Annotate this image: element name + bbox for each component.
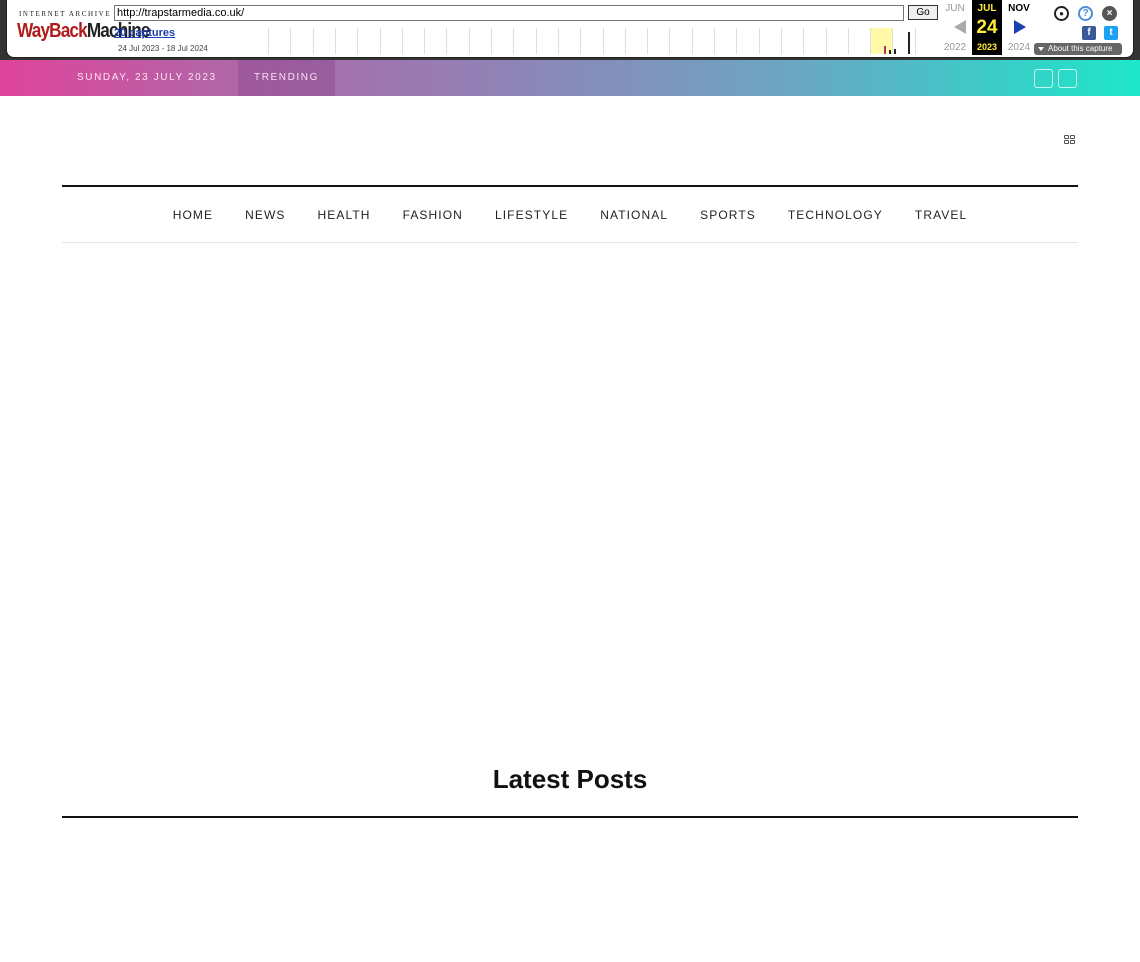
wayback-captures-link[interactable]: 20 captures <box>114 27 175 39</box>
wayback-sparkline[interactable] <box>268 28 938 54</box>
wayback-current-year: 2023 <box>976 42 998 52</box>
wayback-sparkline-month <box>847 28 849 54</box>
wayback-toolbar: INTERNET ARCHIVE WayBackMachine Go 20 ca… <box>0 0 1140 62</box>
nav-item-national[interactable]: NATIONAL <box>584 187 684 243</box>
wayback-capture-bar <box>908 32 910 54</box>
wayback-user-icon[interactable]: ● <box>1054 6 1069 21</box>
trending-prev-button[interactable] <box>1034 69 1053 88</box>
wayback-sparkline-month <box>825 28 827 54</box>
nav-item-fashion[interactable]: FASHION <box>387 187 479 243</box>
wayback-next-month[interactable]: NOV <box>1004 3 1034 14</box>
wayback-sparkline-month <box>446 28 448 54</box>
trending-label: TRENDING <box>238 60 335 96</box>
wayback-sparkline-month <box>379 28 381 54</box>
wayback-sparkline-month <box>691 28 693 54</box>
wayback-help-icon[interactable]: ? <box>1078 6 1093 21</box>
wayback-go-button[interactable]: Go <box>908 5 938 20</box>
wayback-sparkline-month <box>424 28 426 54</box>
nav-item-home[interactable]: HOME <box>157 187 229 243</box>
nav-item-travel[interactable]: TRAVEL <box>899 187 983 243</box>
wayback-prev-year[interactable]: 2022 <box>940 42 970 53</box>
wayback-sparkline-month <box>647 28 649 54</box>
wayback-sparkline-month <box>401 28 403 54</box>
trending-next-button[interactable] <box>1058 69 1077 88</box>
wayback-capture-bar <box>894 49 896 54</box>
latest-posts-divider <box>62 816 1078 818</box>
top-bar: SUNDAY, 23 JULY 2023 TRENDING <box>0 60 1140 96</box>
wayback-logo-red: WayBack <box>17 20 88 42</box>
wayback-calendar-nav: JUN JUL NOV 24 2022 2023 2024 <box>940 0 1036 58</box>
twitter-share-icon[interactable]: t <box>1104 26 1118 40</box>
wayback-sparkline-month <box>491 28 492 54</box>
wayback-sparkline-month <box>580 28 582 54</box>
wayback-sparkline-month <box>290 28 292 54</box>
wayback-sparkline-month <box>312 28 314 54</box>
wayback-prev-month[interactable]: JUN <box>940 3 970 14</box>
latest-posts-heading: Latest Posts <box>492 764 648 794</box>
wayback-sparkline-month <box>669 28 671 54</box>
nav-item-technology[interactable]: TECHNOLOGY <box>772 187 899 243</box>
wayback-sparkline-month <box>468 28 470 54</box>
facebook-share-icon[interactable]: f <box>1082 26 1096 40</box>
wayback-sparkline-month <box>870 28 872 54</box>
wayback-sparkline-month <box>513 28 515 54</box>
wayback-sparkline-month <box>268 28 269 54</box>
wayback-capture-bar <box>884 46 886 54</box>
wayback-sparkline-month <box>714 28 715 54</box>
nav-item-news[interactable]: NEWS <box>229 187 301 243</box>
wayback-next-year[interactable]: 2024 <box>1004 42 1034 53</box>
wayback-logo-top-text: INTERNET ARCHIVE <box>19 10 112 18</box>
wayback-prev-capture-arrow-icon[interactable] <box>954 20 966 34</box>
wayback-sparkline-month <box>736 28 738 54</box>
wayback-sparkline-month <box>624 28 626 54</box>
wayback-sparkline-month <box>758 28 760 54</box>
wayback-url-input[interactable] <box>114 5 904 21</box>
main-navigation: HOME NEWS HEALTH FASHION LIFESTYLE NATIONAL SP… <box>62 187 1078 243</box>
wayback-capture-bar <box>889 50 891 54</box>
wayback-sparkline-month <box>602 28 604 54</box>
nav-item-lifestyle[interactable]: LIFESTYLE <box>479 187 584 243</box>
top-bar-date: SUNDAY, 23 JULY 2023 <box>77 72 217 83</box>
wayback-logo[interactable]: INTERNET ARCHIVE WayBackMachine <box>17 8 151 48</box>
wayback-sparkline-month <box>803 28 805 54</box>
nav-item-health[interactable]: HEALTH <box>302 187 387 243</box>
wayback-sparkline-month <box>535 28 537 54</box>
wayback-sparkline-month <box>357 28 359 54</box>
wayback-close-icon[interactable]: × <box>1102 6 1117 21</box>
wayback-next-capture-arrow-icon[interactable] <box>1014 20 1026 34</box>
wayback-current-day: 24 <box>976 17 998 38</box>
nav-item-sports[interactable]: SPORTS <box>684 187 772 243</box>
wayback-sparkline-month <box>914 28 916 54</box>
wayback-current-month: JUL <box>977 3 997 14</box>
grid-menu-icon[interactable] <box>1064 135 1077 146</box>
wayback-about-capture-button[interactable]: About this capture <box>1034 43 1122 55</box>
wayback-sparkline-month <box>780 28 782 54</box>
wayback-sparkline-month <box>557 28 559 54</box>
wayback-sparkline-month <box>334 28 336 54</box>
wayback-capture-range: 24 Jul 2023 - 18 Jul 2024 <box>118 44 208 53</box>
